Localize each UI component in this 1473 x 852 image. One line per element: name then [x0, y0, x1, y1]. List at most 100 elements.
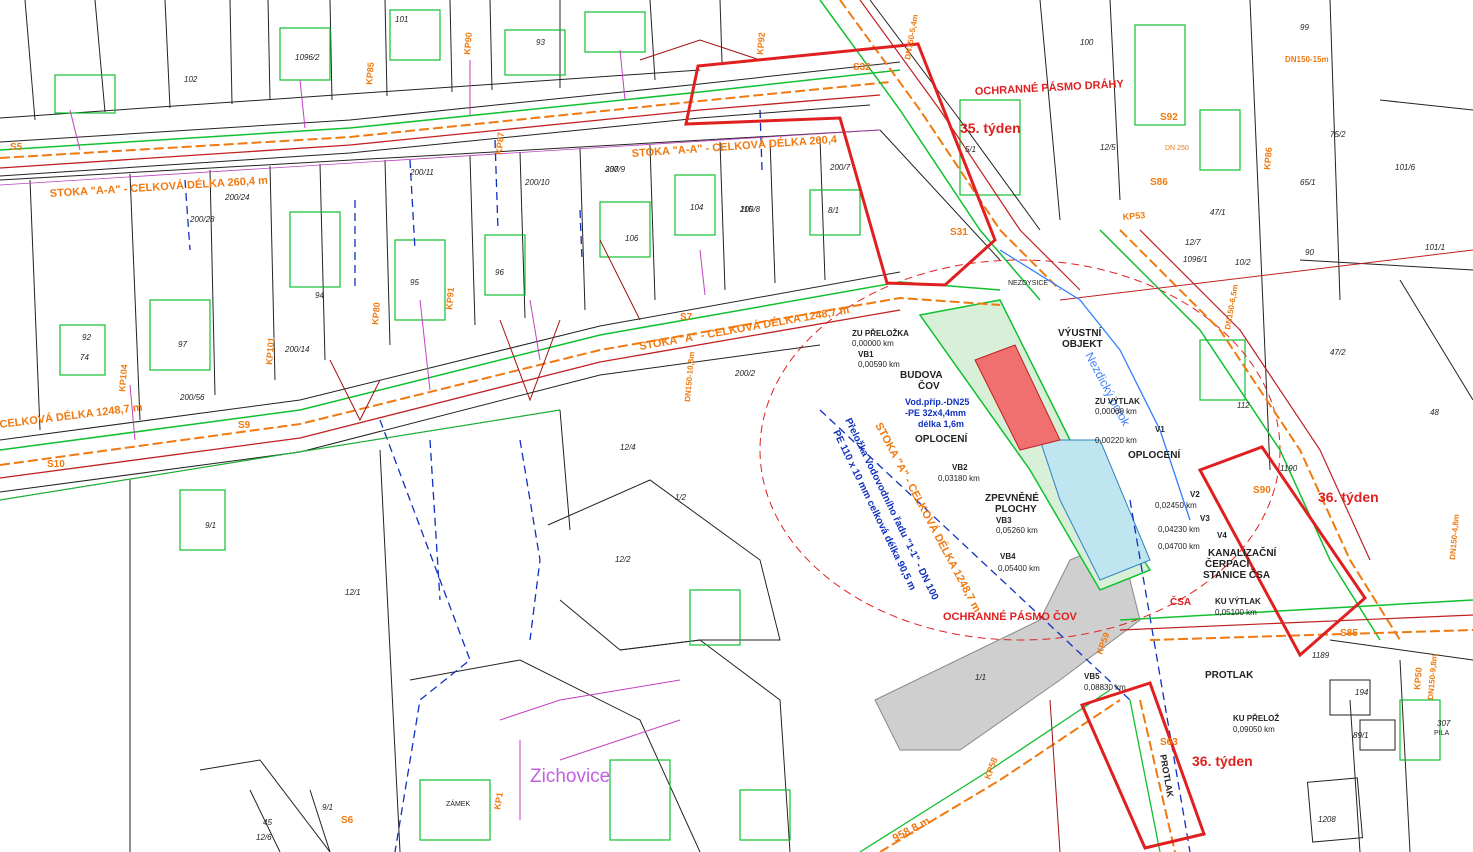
- label-vb4-km: 0,05400 km: [998, 564, 1040, 573]
- label-kp1: KP1: [492, 791, 505, 810]
- label-s63: S63: [1160, 737, 1178, 748]
- parcel-number: 12/2: [615, 555, 631, 564]
- label-kp58: KP58: [982, 756, 999, 781]
- parcel-number: 200/14: [284, 345, 310, 354]
- label-v2-km: 0,02450 km: [1155, 501, 1197, 510]
- parcel-number: 1208: [1318, 815, 1336, 824]
- label-tyden-36a: 36. týden: [1318, 489, 1379, 505]
- parcel-number: 1189: [1312, 651, 1330, 660]
- label-zu-prelozka: ZU PŘELOŽKA: [852, 329, 909, 338]
- parcel-number: 95: [410, 278, 419, 287]
- label-vb1-km: 0,00590 km: [858, 360, 900, 369]
- label-s31: S31: [950, 227, 968, 238]
- label-nezdysi: NEZDYSICE: [1008, 280, 1048, 287]
- label-s92: S92: [1160, 112, 1178, 123]
- parcel-number: 96: [495, 268, 504, 277]
- parcel-number: 47/1: [1210, 208, 1226, 217]
- label-pila: PILA: [1434, 730, 1450, 737]
- parcel-number: 1096/2: [295, 53, 320, 62]
- parcel-number: 200/11: [409, 168, 434, 177]
- parcel-number: 74: [80, 353, 89, 362]
- label-s7: S7: [680, 312, 693, 323]
- label-v1: V1: [1155, 425, 1165, 434]
- parcel-number: 101/1: [1425, 243, 1445, 252]
- label-kp92: KP92: [755, 32, 767, 55]
- label-vb4: VB4: [1000, 552, 1016, 561]
- parcel-number: 9/1: [322, 803, 333, 812]
- label-zu-vytlak: ZU VÝTLAK: [1095, 397, 1140, 406]
- parcel-number: 12/4: [620, 443, 636, 452]
- parcel-number: 92: [82, 333, 91, 342]
- label-plochy: PLOCHY: [995, 504, 1037, 515]
- road-corridor-top: [0, 61, 901, 186]
- parcel-number: 102: [184, 75, 198, 84]
- label-vb5: VB5: [1084, 672, 1100, 681]
- parcel-number: 200/28: [189, 215, 215, 224]
- label-v4: V4: [1217, 531, 1227, 540]
- label-s5: S5: [10, 142, 23, 153]
- parcel-number: 12/1: [345, 588, 361, 597]
- parcel-number: 1/1: [975, 673, 986, 682]
- label-vystupni: VÝUSTNÍ: [1058, 326, 1102, 339]
- label-s9: S9: [238, 420, 251, 431]
- label-kp80: KP80: [370, 302, 382, 325]
- label-cov: ČOV: [918, 379, 940, 392]
- parcel-number: 90: [1305, 248, 1314, 257]
- label-v2: V2: [1190, 490, 1200, 499]
- parcel-number: 8/1: [828, 206, 839, 215]
- label-s32: S32: [853, 62, 871, 73]
- parcel-number: 89/1: [1353, 731, 1369, 740]
- label-stoka-a-left: CELKOVÁ DÉLKA 1248,7 m: [0, 401, 143, 431]
- label-vb5-km: 0,08830 km: [1084, 683, 1126, 692]
- label-ku-vytlak: KU VÝTLAK: [1215, 597, 1261, 606]
- map-canvas: STOKA "A-A" - CELKOVÁ DÉLKA 260,4 m STOK…: [0, 0, 1473, 852]
- label-s90: S90: [1253, 485, 1271, 496]
- parcel-number: 337: [605, 165, 619, 174]
- label-cerpaci: ČERPACÍ: [1205, 557, 1249, 570]
- label-kp86: KP86: [1262, 147, 1274, 170]
- parcel-number: 93: [536, 38, 545, 47]
- parcel-number: 200/56: [179, 393, 205, 402]
- label-dn150-5: DN150-6,5m: [1223, 284, 1240, 331]
- parcel-number: 200/7: [829, 163, 851, 172]
- label-vod-prip-2: -PE 32x4,4mm: [905, 408, 966, 418]
- label-objekt: OBJEKT: [1062, 339, 1103, 350]
- label-v1-km: 0,00220 km: [1095, 436, 1137, 445]
- parcel-number: 1/2: [675, 493, 687, 502]
- label-dn150-1: DN150-5,4m: [903, 14, 920, 61]
- parcel-number: 112: [1237, 401, 1250, 410]
- label-dn150-4: DN150-10,8m: [683, 351, 696, 402]
- label-ku-preloz-km: 0,09050 km: [1233, 725, 1275, 734]
- label-kanaliz: KANALIZAČNÍ: [1208, 546, 1277, 559]
- parcel-number: 12/5: [1100, 143, 1116, 152]
- label-kp104: KP104: [117, 364, 129, 392]
- label-csa: ČSA: [1170, 595, 1191, 608]
- label-vod-prip-3: délka 1,6m: [918, 419, 964, 429]
- label-s85: S85: [1340, 628, 1358, 639]
- label-vb2-km: 0,03180 km: [938, 474, 980, 483]
- parcel-number: 10/2: [1235, 258, 1251, 267]
- label-zpevnene: ZPEVNĚNÉ: [985, 491, 1039, 504]
- label-s6: S6: [341, 815, 354, 826]
- label-protlak-2: PROTLAK: [1158, 754, 1175, 799]
- label-zu-prelozka-km: 0,00000 km: [852, 339, 894, 348]
- label-vb3: VB3: [996, 516, 1012, 525]
- label-tyden-36b: 36. týden: [1192, 753, 1253, 769]
- parcel-number: 65/1: [1300, 178, 1316, 187]
- label-vb2: VB2: [952, 463, 968, 472]
- label-protlak: PROTLAK: [1205, 670, 1254, 681]
- parcel-number: 101: [395, 15, 408, 24]
- label-ku-vytlak-km: 0,05100 km: [1215, 608, 1257, 617]
- parcel-number: 94: [315, 291, 324, 300]
- parcel-number: 47/2: [1330, 348, 1346, 357]
- label-stanice: STANICE ČSA: [1203, 568, 1270, 581]
- parcel-number: 1190: [1280, 464, 1298, 473]
- parcel-number: 194: [1355, 688, 1369, 697]
- parcel-number: 200/24: [224, 193, 250, 202]
- label-oploceni-2: OPLOCENÍ: [1128, 448, 1180, 461]
- label-stoka-aa-2: STOKA "A-A" - CELKOVÁ DÉLKA 260,4: [631, 133, 838, 160]
- parcel-number: 97: [178, 340, 187, 349]
- label-ku-preloz: KU PŘELOŽ: [1233, 714, 1279, 723]
- label-s10: S10: [47, 459, 65, 470]
- label-vb3-km: 0,05260 km: [996, 526, 1038, 535]
